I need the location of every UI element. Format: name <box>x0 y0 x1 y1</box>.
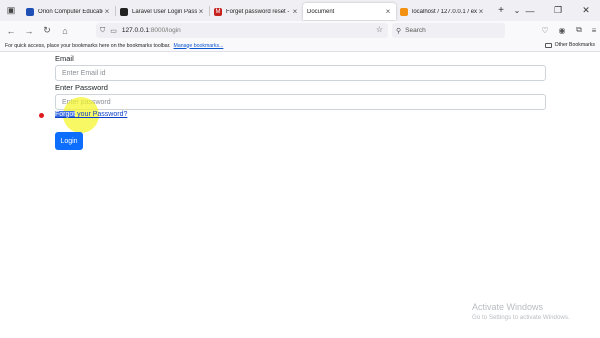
new-tab-button[interactable]: + <box>493 5 509 16</box>
email-placeholder: Enter Email id <box>62 69 106 77</box>
activate-windows-watermark: Activate Windows Go to Settings to activ… <box>472 302 570 321</box>
maximize-icon[interactable]: ❐ <box>544 0 572 21</box>
forward-icon[interactable]: → <box>21 23 37 39</box>
phpmyadmin-favicon-icon <box>400 7 408 16</box>
menu-icon[interactable]: ≡ <box>587 23 600 37</box>
bookmarks-hint: For quick access, place your bookmarks h… <box>5 42 171 49</box>
other-bookmarks-label: Other Bookmarks <box>554 42 595 48</box>
pocket-icon[interactable]: ♡ <box>538 23 552 37</box>
extensions-icon[interactable]: ⧉ <box>572 23 586 37</box>
watermark-title: Activate Windows <box>472 302 544 312</box>
close-tab-icon[interactable]: × <box>384 7 392 16</box>
account-icon[interactable]: ◉ <box>555 23 569 37</box>
search-icon: ⚲ <box>396 27 402 35</box>
tab-laravel[interactable]: Laravel User Login Password × <box>116 3 209 20</box>
email-field[interactable]: Enter Email id <box>55 65 546 81</box>
tab-document[interactable]: Document × <box>303 3 396 20</box>
recording-dot <box>39 113 44 118</box>
email-label: Email <box>55 54 74 63</box>
tab-title: Orion Computer Education (C <box>38 8 103 15</box>
page-info-icon[interactable]: ▭ <box>110 27 117 35</box>
browser-window: ▣ Orion Computer Education (C × Laravel … <box>0 0 600 338</box>
tab-title: Laravel User Login Password <box>132 8 197 15</box>
tab-title: localhost / 127.0.0.1 / exam <box>412 8 477 15</box>
orion-favicon-icon <box>26 7 34 16</box>
tab-forget-password[interactable]: M Forget password reset - sndy × <box>210 3 303 20</box>
folder-icon <box>544 42 552 48</box>
search-placeholder: Search <box>405 27 426 34</box>
close-tab-icon[interactable]: × <box>291 7 299 16</box>
gmail-favicon-icon: M <box>214 7 222 16</box>
page-favicon-icon <box>120 7 128 16</box>
shield-icon: ⛉ <box>100 26 106 34</box>
tab-list-icon[interactable]: ▣ <box>0 0 22 21</box>
search-input[interactable]: ⚲ Search <box>392 23 505 38</box>
url-path: :8000/login <box>148 27 181 34</box>
tab-strip: ▣ Orion Computer Education (C × Laravel … <box>0 0 600 21</box>
close-tab-icon[interactable]: × <box>197 7 205 16</box>
navigation-toolbar: ← → ↻ ⌂ ⛉ ▭ 127.0.0.1:8000/login ☆ ⚲ Sea… <box>0 21 600 40</box>
login-button[interactable]: Login <box>55 132 83 150</box>
manage-bookmarks-link[interactable]: Manage bookmarks... <box>174 43 224 49</box>
url-host: 127.0.0.1 <box>121 27 149 34</box>
password-label: Enter Password <box>55 83 108 92</box>
password-field[interactable]: Enter password <box>55 94 546 110</box>
tab-title: Forget password reset - sndy <box>226 8 291 15</box>
bookmarks-toolbar: For quick access, place your bookmarks h… <box>0 40 600 52</box>
forgot-password-link[interactable]: Forgot your Password? <box>55 111 127 118</box>
reload-icon[interactable]: ↻ <box>39 23 55 39</box>
tab-orion[interactable]: Orion Computer Education (C × <box>22 3 115 20</box>
home-icon[interactable]: ⌂ <box>57 23 73 39</box>
close-tab-icon[interactable]: × <box>477 7 485 16</box>
page-content: Email Enter Email id Enter Password Ente… <box>0 52 600 338</box>
close-window-icon[interactable]: ✕ <box>572 0 600 21</box>
other-bookmarks-button[interactable]: Other Bookmarks <box>544 42 595 48</box>
minimize-icon[interactable]: — <box>516 0 544 21</box>
tab-localhost[interactable]: localhost / 127.0.0.1 / exam × <box>396 3 489 20</box>
forgot-link-rest: your Password? <box>75 111 128 118</box>
forgot-selected-text: Forgot <box>55 111 76 118</box>
close-tab-icon[interactable]: × <box>103 7 111 16</box>
watermark-subtitle: Go to Settings to activate Windows. <box>472 314 570 321</box>
bookmark-star-icon[interactable]: ☆ <box>376 25 383 34</box>
address-bar[interactable]: ⛉ ▭ 127.0.0.1:8000/login ☆ <box>96 23 388 38</box>
tab-title: Document <box>307 8 335 15</box>
back-icon[interactable]: ← <box>3 23 19 39</box>
